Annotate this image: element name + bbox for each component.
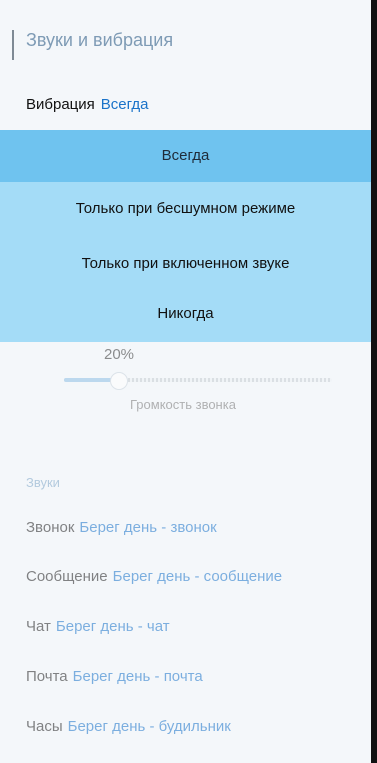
setting-value: Берег день - сообщение [112,568,283,585]
setting-label: Почта [26,668,68,685]
vibration-option-always[interactable]: Всегда [0,130,371,182]
setting-label: Часы [26,718,63,735]
volume-percent: 20% [104,346,135,363]
section-title-sounds: Звуки [26,475,60,490]
setting-label: Сообщение [26,568,108,585]
setting-chat-sound[interactable]: Чат Берег день - чат [26,618,170,635]
setting-mail-sound[interactable]: Почта Берег день - почта [26,668,203,685]
setting-label: Звонок [26,519,75,536]
vibration-option-never[interactable]: Никогда [0,305,371,322]
slider-thumb[interactable] [110,372,128,390]
setting-value: Берег день - будильник [67,718,231,735]
vibration-value: Всегда [100,96,149,113]
ring-volume-slider[interactable] [64,372,332,390]
setting-ringtone[interactable]: Звонок Берег день - звонок [26,519,217,536]
vibration-option-silent-only[interactable]: Только при бесшумном режиме [0,200,371,217]
setting-value: Берег день - чат [55,618,170,635]
setting-message-sound[interactable]: Сообщение Берег день - сообщение [26,568,282,585]
vibration-setting[interactable]: Вибрация Всегда [26,96,149,113]
page-title: Звуки и вибрация [26,30,174,50]
scroll-indicator [12,30,14,60]
setting-label: Чат [26,618,51,635]
vibration-option-sound-on-only[interactable]: Только при включенном звуке [0,255,371,272]
vibration-dropdown: Всегда Только при бесшумном режиме Тольк… [0,130,371,342]
setting-value: Берег день - почта [72,668,203,685]
screen-edge [371,0,377,763]
vibration-label: Вибрация [26,96,95,113]
setting-clock-sound[interactable]: Часы Берег день - будильник [26,718,231,735]
ring-volume-label: Громкость звонка [130,397,236,412]
settings-screen: Звуки и вибрация Вибрация Всегда Всегда Т… [0,0,377,763]
setting-value: Берег день - звонок [79,519,217,536]
